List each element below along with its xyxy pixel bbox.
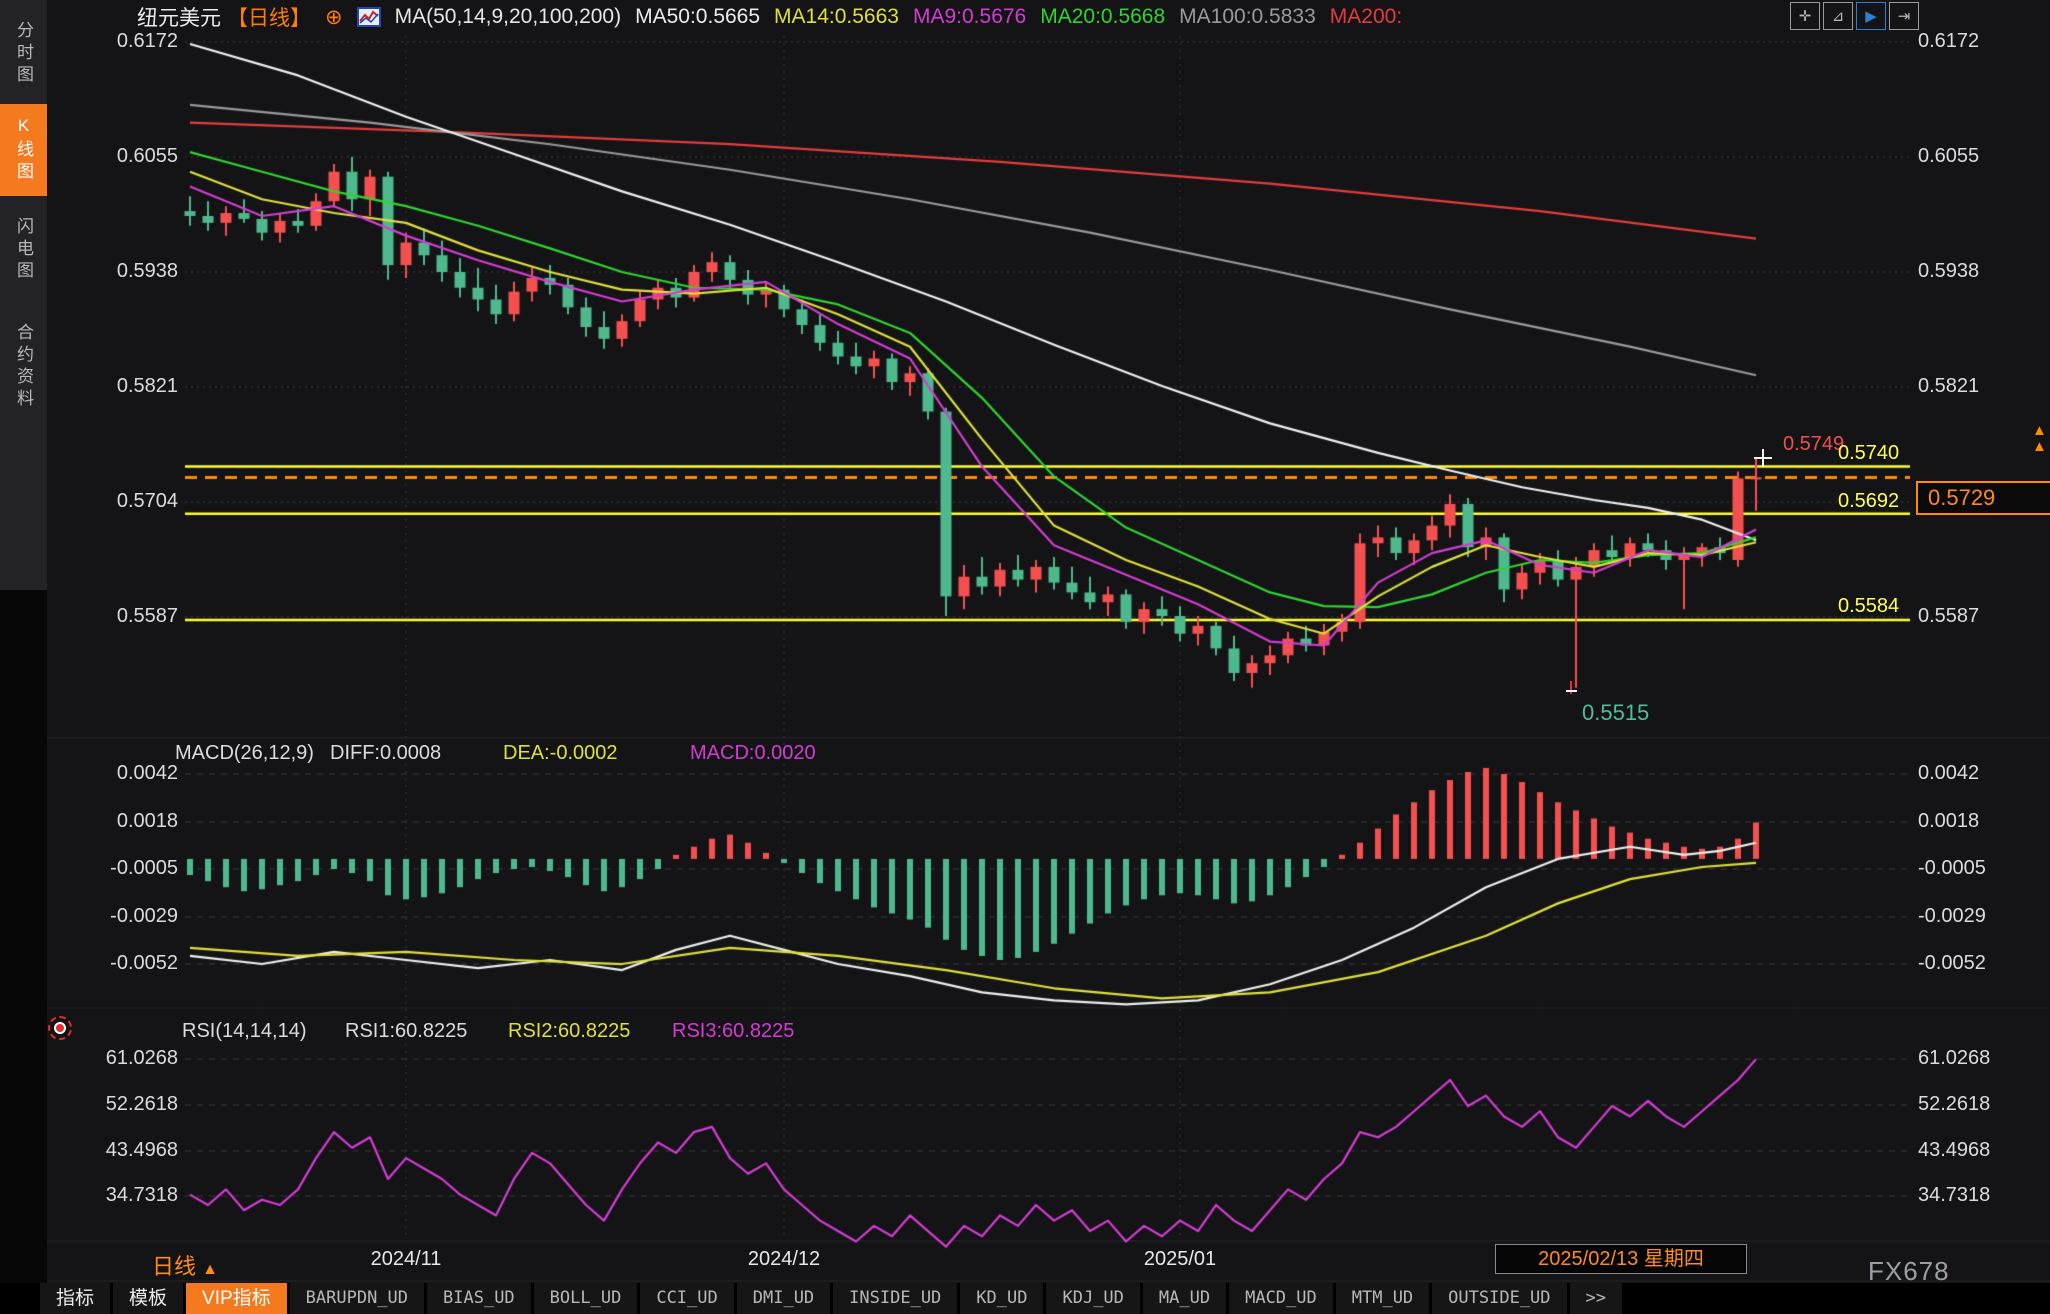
current-date-box: 2025/02/13 星期四 [1495, 1244, 1747, 1274]
low-marker-icon [1566, 690, 1577, 692]
tab-cci-ud[interactable]: CCI_UD [640, 1283, 733, 1314]
axis-scale-icon[interactable]: ⊿ [1823, 2, 1853, 30]
alert-indicator-icon[interactable] [48, 1016, 72, 1040]
sidebar-item-lightning-chart[interactable]: 闪电图 [0, 204, 47, 296]
macd-axis-label: 0.0018 [60, 810, 178, 833]
ma200-value: MA200: [1330, 5, 1402, 29]
sidebar-item-kline-chart[interactable]: K线图 [0, 104, 47, 196]
ma50-value: MA50:0.5665 [635, 5, 760, 29]
chart-tool-icons: ✛ ⊿ ▶ ⇥ [1790, 2, 1919, 30]
tab-outside-ud[interactable]: OUTSIDE_UD [1432, 1283, 1566, 1314]
macd-axis-label: 0.0042 [1918, 762, 1979, 785]
rsi-axis-label: 34.7318 [1918, 1184, 1990, 1207]
tab-dmi-ud[interactable]: DMI_UD [737, 1283, 830, 1314]
month-axis-label: 2024/11 [371, 1248, 442, 1271]
current-price-box: 0.5729 [1916, 481, 2050, 515]
period-selector[interactable]: 日线 ▲ [152, 1249, 218, 1281]
rsi-axis-label: 52.2618 [60, 1093, 178, 1116]
compare-add-icon[interactable]: ⊕ [325, 5, 343, 30]
ma14-value: MA14:0.5663 [774, 5, 899, 29]
tab-indicator[interactable]: 指标 [40, 1283, 110, 1314]
macd-dea-value: DEA:-0.0002 [503, 742, 618, 765]
fx-chart-app: 分时图 K线图 闪电图 合约资料 纽元美元 【日线】 ⊕ MA(50,14,9,… [0, 0, 2050, 1314]
price-axis-label: 0.6172 [1918, 30, 1979, 53]
rsi-axis-label: 43.4968 [60, 1139, 178, 1162]
indicator-toolbar: 指标 模板 VIP指标 BARUPDN_UD BIAS_UD BOLL_UD C… [0, 1283, 2050, 1314]
crosshair-tool-icon[interactable]: ✛ [1790, 2, 1820, 30]
shift-right-icon[interactable]: ⇥ [1889, 2, 1919, 30]
ma100-value: MA100:0.5833 [1179, 5, 1316, 29]
price-axis-label: 0.5938 [60, 260, 178, 283]
auto-scroll-icon[interactable]: ▶ [1856, 2, 1886, 30]
macd-axis-label: -0.0005 [60, 857, 178, 880]
price-axis-label: 0.5821 [1918, 375, 1979, 398]
sidebar-item-time-chart[interactable]: 分时图 [0, 8, 47, 100]
price-axis-label: 0.6055 [1918, 145, 1979, 168]
rsi-axis-label: 61.0268 [60, 1047, 178, 1070]
tab-kdj-ud[interactable]: KDJ_UD [1046, 1283, 1139, 1314]
low-marker-icon [1570, 681, 1572, 694]
rsi3-value: RSI3:60.8225 [672, 1020, 794, 1043]
tab-barupdn-ud[interactable]: BARUPDN_UD [290, 1283, 424, 1314]
low-price-marker-label: 0.5515 [1582, 700, 1649, 726]
tab-kd-ud[interactable]: KD_UD [960, 1283, 1043, 1314]
price-alert-arrow-icon: ▲ [2032, 440, 2047, 454]
resistance-level-label: 0.5740 [1838, 442, 1899, 465]
rsi-axis-label: 34.7318 [60, 1184, 178, 1207]
price-axis-label: 0.5821 [60, 375, 178, 398]
macd-axis-label: -0.0029 [60, 905, 178, 928]
support-level-label: 0.5584 [1838, 595, 1899, 618]
rsi-axis-label: 43.4968 [1918, 1139, 1990, 1162]
macd-axis-label: -0.0005 [1918, 857, 1986, 880]
month-axis-label: 2024/12 [748, 1248, 820, 1271]
tab-inside-ud[interactable]: INSIDE_UD [833, 1283, 957, 1314]
price-axis-label: 0.6055 [60, 145, 178, 168]
chart-type-sidebar: 分时图 K线图 闪电图 合约资料 [0, 0, 47, 590]
rsi-title: RSI(14,14,14) [182, 1020, 307, 1043]
price-axis-label: 0.5587 [1918, 605, 1979, 628]
macd-axis-label: -0.0029 [1918, 905, 1986, 928]
ma20-value: MA20:0.5668 [1040, 5, 1165, 29]
macd-axis-label: -0.0052 [1918, 952, 1986, 975]
price-axis-label: 0.6172 [60, 30, 178, 53]
tab-mtm-ud[interactable]: MTM_UD [1336, 1283, 1429, 1314]
tab-more[interactable]: >> [1570, 1283, 1622, 1314]
resistance-level-label: 0.5692 [1838, 490, 1899, 513]
chart-style-icon[interactable] [357, 7, 381, 27]
macd-title: MACD(26,12,9) [175, 742, 314, 765]
rsi-axis-label: 52.2618 [1918, 1093, 1990, 1116]
tab-ma-ud[interactable]: MA_UD [1143, 1283, 1226, 1314]
sidebar-filler [0, 590, 47, 1314]
price-axis-label: 0.5587 [60, 605, 178, 628]
chart-header: 纽元美元 【日线】 ⊕ MA(50,14,9,20,100,200) MA50:… [137, 2, 1402, 32]
macd-axis-label: 0.0018 [1918, 810, 1979, 833]
macd-diff-value: DIFF:0.0008 [330, 742, 441, 765]
price-alert-arrow-icon: ▲ [2032, 424, 2047, 438]
price-axis-label: 0.5704 [60, 490, 178, 513]
high-price-marker-label: 0.5749 [1783, 433, 1844, 456]
tab-bias-ud[interactable]: BIAS_UD [427, 1283, 531, 1314]
period-tag[interactable]: 【日线】 [227, 2, 311, 32]
rsi1-value: RSI1:60.8225 [345, 1020, 467, 1043]
macd-axis-label: 0.0042 [60, 762, 178, 785]
rsi2-value: RSI2:60.8225 [508, 1020, 630, 1043]
tab-boll-ud[interactable]: BOLL_UD [534, 1283, 638, 1314]
ma9-value: MA9:0.5676 [913, 5, 1026, 29]
macd-axis-label: -0.0052 [60, 952, 178, 975]
tab-vip-indicator[interactable]: VIP指标 [186, 1283, 287, 1314]
month-axis-label: 2025/01 [1144, 1248, 1216, 1271]
ma-settings-label: MA(50,14,9,20,100,200) [395, 5, 622, 29]
tab-template[interactable]: 模板 [113, 1283, 183, 1314]
chevron-up-icon: ▲ [202, 1261, 218, 1278]
macd-value: MACD:0.0020 [690, 742, 816, 765]
price-chart-canvas[interactable] [0, 0, 2050, 1314]
price-axis-label: 0.5938 [1918, 260, 1979, 283]
sidebar-item-contract-info[interactable]: 合约资料 [0, 308, 47, 426]
tab-macd-ud[interactable]: MACD_UD [1229, 1283, 1333, 1314]
crosshair-icon [1762, 449, 1764, 467]
symbol-title: 纽元美元 [137, 2, 221, 32]
rsi-axis-label: 61.0268 [1918, 1047, 1990, 1070]
